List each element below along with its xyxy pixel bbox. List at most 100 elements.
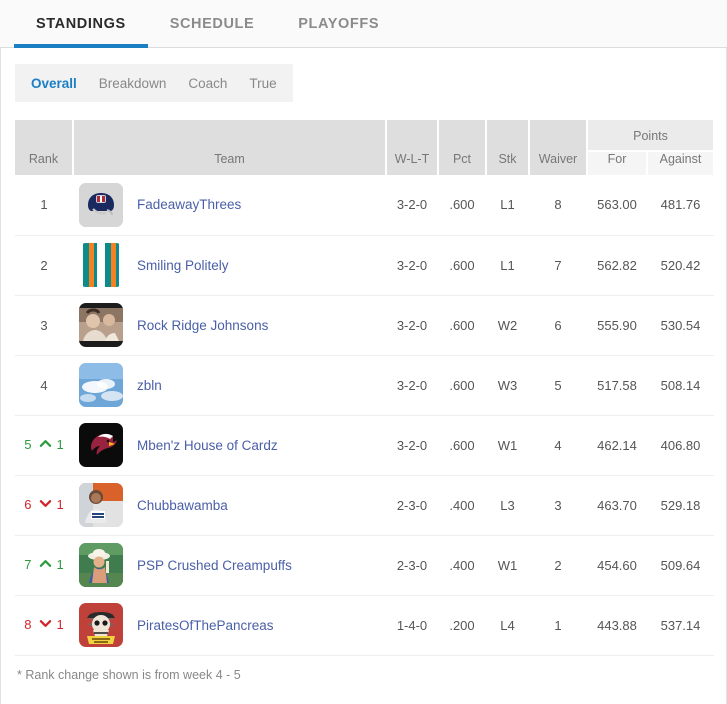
header-spacer-stk	[486, 120, 530, 151]
header-rank[interactable]: Rank	[15, 151, 74, 175]
table-row: 2 Smiling Politely 3-2-0.600 L1 7 562.82 520.4…	[15, 235, 714, 296]
tab-playoffs[interactable]: PLAYOFFS	[276, 0, 401, 47]
photo-beach-hat-icon[interactable]	[79, 543, 123, 587]
rank-value: 3	[40, 317, 48, 333]
points-for-cell: 563.00	[587, 175, 647, 236]
table-row: 4 zbln 3-2-0.600 W3 5 517.58 508.14	[15, 355, 714, 416]
points-against-cell: 537.14	[647, 595, 714, 656]
wlt-cell: 3-2-0	[386, 415, 438, 476]
header-points-for[interactable]: For	[587, 151, 648, 175]
subtab-true[interactable]: True	[249, 76, 276, 91]
points-for-cell: 463.70	[587, 475, 647, 536]
header-team[interactable]: Team	[73, 151, 387, 175]
subtab-bar-container: Overall Breakdown Coach True	[1, 48, 726, 102]
team-name-link[interactable]: Rock Ridge Johnsons	[137, 318, 268, 333]
table-row: 1 FadeawayThrees 3-2-0.600 L1 8 563.00 481.76	[15, 175, 714, 236]
header-spacer-rank	[15, 120, 74, 151]
points-for-cell: 555.90	[587, 295, 647, 356]
rank-value: 2	[40, 257, 48, 273]
team-name-link[interactable]: Chubbawamba	[137, 498, 228, 513]
rank-cell: 51	[15, 415, 73, 476]
rank-change-footnote: * Rank change shown is from week 4 - 5	[17, 667, 241, 682]
header-pct[interactable]: Pct	[438, 151, 487, 175]
wlt-cell: 1-4-0	[386, 595, 438, 656]
header-spacer-waiver	[529, 120, 588, 151]
team-cell: Mben'z House of Cardz	[73, 415, 386, 476]
standings-table-container: Points Rank Team W-L-T Pct Stk Waiver Fo…	[1, 102, 726, 656]
waiver-cell: 5	[529, 355, 587, 416]
pirate-skull-icon[interactable]	[79, 603, 123, 647]
rank-value: 1	[40, 197, 48, 213]
points-against-cell: 520.42	[647, 235, 714, 296]
team-name-link[interactable]: Mben'z House of Cardz	[137, 438, 278, 453]
waiver-cell: 2	[529, 535, 587, 596]
rank-change-value: 1	[56, 436, 64, 452]
streak-cell: W1	[486, 535, 529, 596]
waiver-cell: 1	[529, 595, 587, 656]
pct-cell: .600	[438, 415, 486, 476]
rank-cell: 1	[15, 175, 73, 236]
teal-orange-stripes-icon[interactable]	[79, 243, 123, 287]
rank-value: 8	[24, 616, 32, 632]
rank-cell: 81	[15, 595, 73, 656]
points-for-cell: 462.14	[587, 415, 647, 476]
rank-cell: 2	[15, 235, 73, 296]
team-name-link[interactable]: PiratesOfThePancreas	[137, 618, 274, 633]
streak-cell: W1	[486, 415, 529, 476]
wlt-cell: 3-2-0	[386, 295, 438, 356]
rank-value: 4	[40, 377, 48, 393]
rank-change-up-icon	[39, 557, 52, 573]
pct-cell: .600	[438, 295, 486, 356]
points-against-cell: 530.54	[647, 295, 714, 356]
team-name-link[interactable]: FadeawayThrees	[137, 197, 241, 212]
pct-cell: .400	[438, 475, 486, 536]
pct-cell: .600	[438, 235, 486, 296]
streak-cell: W2	[486, 295, 529, 356]
team-cell: Smiling Politely	[73, 235, 386, 296]
header-waiver[interactable]: Waiver	[529, 151, 588, 175]
header-spacer-pct	[438, 120, 487, 151]
subtab-coach[interactable]: Coach	[188, 76, 227, 91]
subtab-overall[interactable]: Overall	[31, 76, 77, 91]
team-name-link[interactable]: zbln	[137, 378, 162, 393]
rank-value: 5	[24, 436, 32, 452]
header-points-against[interactable]: Against	[647, 151, 715, 175]
sky-clouds-icon[interactable]	[79, 363, 123, 407]
rank-change-value: 1	[56, 556, 64, 572]
points-against-cell: 529.18	[647, 475, 714, 536]
table-header-group-row: Points	[15, 120, 715, 152]
cardinals-logo-icon[interactable]	[79, 423, 123, 467]
photo-portrait-icon[interactable]	[79, 303, 123, 347]
table-header-row: Rank Team W-L-T Pct Stk Waiver For Again…	[15, 151, 715, 175]
waiver-cell: 6	[529, 295, 587, 356]
header-spacer-team	[73, 120, 387, 151]
rank-cell: 4	[15, 355, 73, 416]
pct-cell: .600	[438, 175, 486, 236]
team-cell: PSP Crushed Creampuffs	[73, 535, 386, 596]
streak-cell: L1	[486, 235, 529, 296]
wlt-cell: 2-3-0	[386, 535, 438, 596]
subtab-breakdown[interactable]: Breakdown	[99, 76, 167, 91]
waiver-cell: 7	[529, 235, 587, 296]
streak-cell: W3	[486, 355, 529, 416]
nfl-helmet-icon[interactable]	[79, 182, 123, 227]
streak-cell: L1	[486, 175, 529, 236]
rank-change-down-icon	[39, 617, 52, 633]
table-row: 8 1 PiratesOfThePancreas 1-4-0.200 L4 1 443.88…	[15, 595, 714, 656]
points-against-cell: 481.76	[647, 175, 714, 236]
team-name-link[interactable]: PSP Crushed Creampuffs	[137, 558, 292, 573]
photo-person-orange-icon[interactable]	[79, 483, 123, 527]
points-for-cell: 454.60	[587, 535, 647, 596]
team-cell: zbln	[73, 355, 386, 416]
rank-change-up-icon	[39, 437, 52, 453]
team-name-link[interactable]: Smiling Politely	[137, 258, 229, 273]
table-row: 7 1 PSP Crushed Creampuffs 2-3-0.400 W1 2 454.…	[15, 535, 714, 596]
streak-cell: L3	[486, 475, 529, 536]
points-against-cell: 406.80	[647, 415, 714, 476]
tab-standings[interactable]: STANDINGS	[14, 0, 148, 48]
tab-schedule[interactable]: SCHEDULE	[148, 0, 277, 47]
header-wlt[interactable]: W-L-T	[386, 151, 439, 175]
table-row: 3 Rock Ridge Johnsons 3-2-0.600 W2 6 555.90 53…	[15, 295, 714, 356]
header-stk[interactable]: Stk	[486, 151, 530, 175]
rank-cell: 71	[15, 535, 73, 596]
